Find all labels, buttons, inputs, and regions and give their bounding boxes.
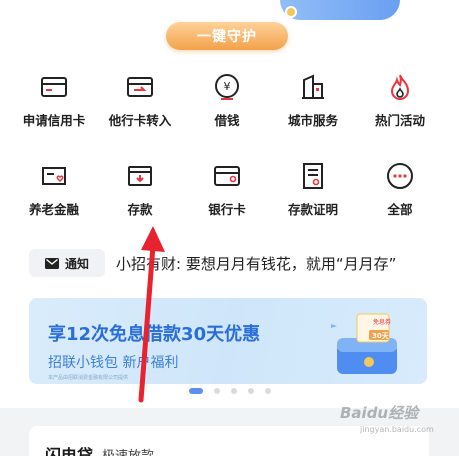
one-click-guard-button[interactable]: 一键守护: [166, 22, 288, 50]
notice-badge-label: 通知: [64, 256, 89, 271]
flame-icon: [385, 72, 415, 102]
service-label: 存款: [127, 202, 153, 217]
service-card-transfer-in[interactable]: 他行卡转入: [96, 72, 184, 129]
coupon-tag-value: 30天: [372, 332, 390, 340]
carousel-dot[interactable]: [264, 388, 271, 394]
deposit-icon: [125, 161, 155, 191]
service-label: 全部: [387, 202, 413, 217]
service-city-services[interactable]: 城市服务: [269, 72, 357, 129]
card-transfer-icon: [125, 72, 155, 102]
carousel-indicators: [0, 388, 459, 394]
notice-bar[interactable]: 通知 小招有财: 要想月月有钱花，就用“月月存”: [0, 238, 459, 288]
service-label: 热门活动: [374, 113, 425, 128]
watermark-url: jingyan.baidu.com: [360, 425, 434, 434]
service-label: 他行卡转入: [108, 113, 172, 128]
svg-text:¥: ¥: [224, 80, 231, 93]
banner-subtitle: 招联小钱包 新户福利: [48, 355, 179, 371]
credit-card-icon: [39, 72, 69, 102]
more-dots-icon: [385, 161, 415, 191]
service-label: 存款证明: [287, 202, 338, 217]
service-all[interactable]: 全部: [356, 161, 444, 218]
pension-card-icon: [39, 161, 69, 191]
services-card: 一键守护 申请信用卡 他行卡转入 ¥ 借钱 城市服务 热门活动 养老金融 存款 …: [0, 0, 459, 238]
banner-section: 享12次免息借款30天优惠 招联小钱包 新户福利 本产品由招联消费金融有限公司提…: [0, 288, 459, 408]
yuan-coin-icon: ¥: [212, 72, 242, 102]
service-label: 申请信用卡: [22, 113, 86, 128]
watermark: Baidu经验: [340, 404, 419, 422]
service-hot-activities[interactable]: 热门活动: [356, 72, 444, 129]
flash-loan-subtitle: 极速放款: [102, 445, 154, 456]
deposit-certificate-icon: [298, 161, 328, 191]
city-building-icon: [298, 72, 328, 102]
coupon-tag-label: 免息券: [373, 318, 391, 326]
carousel-dot[interactable]: [213, 388, 220, 394]
hero-illustration: [280, 0, 400, 20]
service-label: 城市服务: [287, 113, 338, 128]
promo-banner[interactable]: 享12次免息借款30天优惠 招联小钱包 新户福利 本产品由招联消费金融有限公司提…: [29, 298, 427, 384]
hero-coin-icon: [285, 6, 297, 18]
service-label: 银行卡: [208, 202, 246, 217]
notice-text[interactable]: 小招有财: 要想月月有钱花，就用“月月存”: [116, 253, 396, 274]
banner-title: 享12次免息借款30天优惠: [48, 324, 261, 345]
service-bank-card[interactable]: 银行卡: [183, 161, 271, 218]
service-borrow-money[interactable]: ¥ 借钱: [183, 72, 271, 129]
service-label: 养老金融: [28, 202, 79, 217]
service-deposit[interactable]: 存款: [96, 161, 184, 218]
notice-badge: 通知: [29, 249, 105, 277]
flash-loan-title: 闪电贷: [45, 446, 94, 456]
mail-icon: [44, 257, 59, 269]
service-deposit-certificate[interactable]: 存款证明: [269, 161, 357, 218]
banner-footnote: 本产品由招联消费金融有限公司提供: [48, 375, 129, 381]
carousel-dot[interactable]: [247, 388, 254, 394]
service-label: 借钱: [214, 113, 240, 128]
carousel-dot[interactable]: [188, 388, 203, 394]
bank-card-icon: [212, 161, 242, 191]
service-pension-finance[interactable]: 养老金融: [10, 161, 98, 218]
wallet-illustration: 免息券 30天: [331, 313, 397, 374]
service-apply-credit-card[interactable]: 申请信用卡: [10, 72, 98, 129]
carousel-dot[interactable]: [230, 388, 237, 394]
